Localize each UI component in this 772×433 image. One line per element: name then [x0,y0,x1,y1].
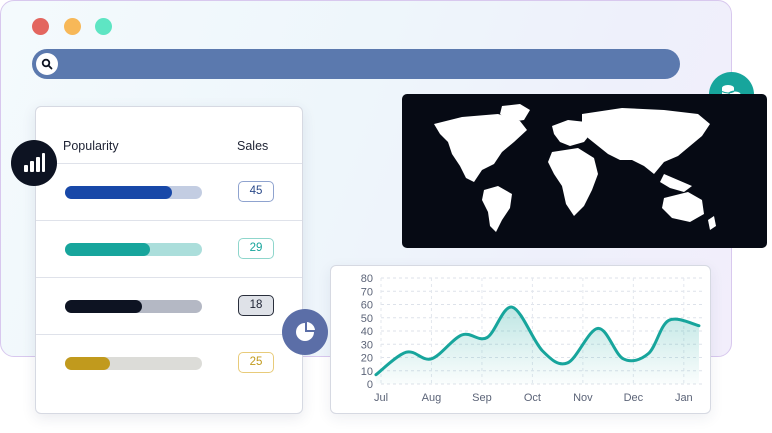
bar-chart-icon [11,140,57,186]
africa-shape [548,148,598,216]
search-icon[interactable] [36,53,58,75]
popularity-bar-fill [65,186,172,199]
popularity-header: Popularity [63,139,119,153]
popularity-bar [65,357,202,370]
x-tick-label: Jan [675,392,693,404]
x-tick-label: Dec [624,392,644,404]
y-tick-label: 40 [361,326,373,338]
x-tick-label: Sep [472,392,492,404]
popularity-bar [65,243,202,256]
popularity-bar-fill [65,243,150,256]
popularity-bar-fill [65,300,142,313]
australia-shape [662,192,704,222]
close-window-button[interactable] [32,18,49,35]
y-tick-label: 0 [367,379,373,391]
new-zealand-shape [708,216,716,230]
sales-badge: 45 [238,181,274,202]
world-map [402,94,767,248]
y-tick-label: 50 [361,313,373,325]
popularity-bar [65,186,202,199]
table-row: 25 [36,334,302,392]
area-chart: 8070 60504030 20100Jul Aug Sep Oct Nov Dec Jan [361,273,704,404]
sales-header: Sales [237,139,269,153]
x-tick-label: Oct [524,392,541,404]
minimize-window-button[interactable] [64,18,81,35]
table-row: 18 [36,277,302,335]
southeast-asia-shape [660,174,692,192]
sales-trend-chart: 80 70 60 50 40 30 20 10 0 Jul Aug Sep Oct Nov Dec Jan [330,265,711,414]
sales-badge: 18 [238,295,274,316]
x-tick-label: Nov [573,392,593,404]
north-america-shape [434,114,527,182]
y-tick-label: 20 [361,353,373,365]
south-america-shape [482,186,512,232]
table-row: 45 [36,163,302,221]
popularity-sales-table: Popularity Sales 45 29 18 25 [35,106,303,414]
x-tick-label: Jul [374,392,388,404]
y-tick-label: 80 [361,273,373,285]
pie-chart-icon [282,309,328,355]
table-row: 29 [36,220,302,278]
asia-shape [582,108,710,174]
y-tick-label: 10 [361,366,373,378]
y-tick-label: 60 [361,300,373,312]
y-tick-label: 30 [361,339,373,351]
sales-badge: 25 [238,352,274,373]
search-bar[interactable] [32,49,680,79]
popularity-bar [65,300,202,313]
maximize-window-button[interactable] [95,18,112,35]
sales-badge: 29 [238,238,274,259]
y-tick-label: 70 [361,286,373,298]
popularity-bar-fill [65,357,111,370]
x-tick-label: Aug [422,392,442,404]
